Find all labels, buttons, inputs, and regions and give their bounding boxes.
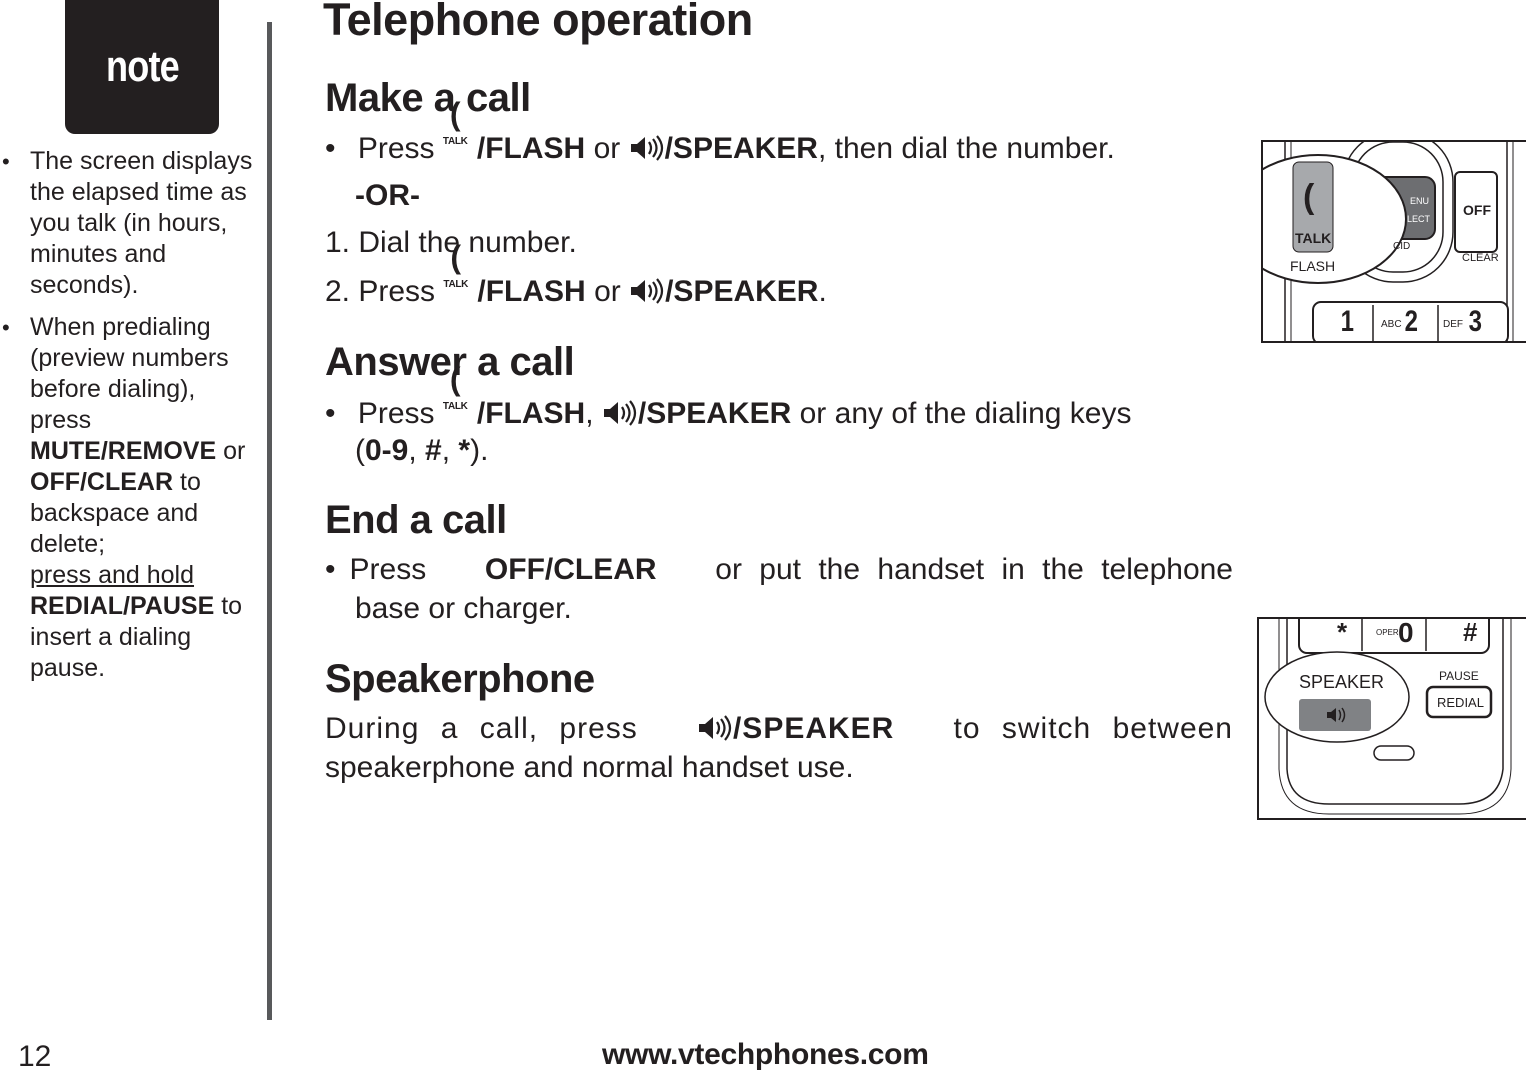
text-sep: , [441,434,459,467]
speaker-icon [603,400,637,426]
text-or: or [593,132,621,165]
text-prefix: During a call, press [325,712,638,745]
key-speaker: /SPEAKER [732,712,895,745]
handset-speaker-illustration: * OPER 0 # SPEAKER PAUSE REDIAL [1257,617,1526,820]
vertical-divider [267,22,272,1020]
handset-talk-illustration: ( TALK FLASH ENU LECT CID OFF CLEAR 1 AB… [1261,140,1526,343]
note-item: • When predialing (preview numbers befor… [0,312,262,684]
text-step2: 2. Press [325,275,436,308]
text-close: ). [470,434,489,467]
end-call-bullet: • Press OFF/CLEAR or put the handset in … [325,551,1233,588]
key-2-letters: ABC [1381,319,1402,330]
menu-label: ENU [1410,196,1430,206]
text-or: or [594,275,621,308]
key-digits: 0-9 [365,434,409,467]
key-speaker: /SPEAKER [664,132,818,165]
heading-speakerphone: Speakerphone [325,657,595,701]
answer-call-keys: (0-9, #, *). [355,432,488,469]
speakerphone-line-2: speakerphone and normal handset use. [325,751,854,784]
oper-label: OPER [1376,628,1399,637]
zero-key: 0 [1398,617,1414,648]
note-badge: note [65,0,219,134]
talk-phone-icon: (TALK [442,96,468,147]
answer-call-bullet: • Press (TALK/FLASH, /SPEAKER or any of … [325,361,1132,432]
text-comma: , [585,397,594,430]
key-off-clear: OFF/CLEAR [30,468,174,496]
text-rest: to switch between [953,712,1233,745]
pause-label: PAUSE [1439,669,1479,683]
key-speaker: /SPEAKER [665,275,819,308]
key-2: 2 [1404,305,1419,338]
key-3: 3 [1468,305,1483,338]
bullet-icon: • [2,149,10,174]
key-hash: # [425,434,442,467]
note-text: The screen displays the elapsed time as … [30,147,253,299]
key-off-clear: OFF/CLEAR [484,553,657,586]
text-sep: , [408,434,426,467]
key-1: 1 [1340,305,1355,338]
bullet-icon: • [2,315,10,340]
note-badge-label: note [105,42,180,91]
speakerphone-text: During a call, press /SPEAKER to switch … [325,710,1233,747]
text-then: , then dial the number. [817,132,1115,165]
key-redial-pause: REDIAL/PAUSE [30,592,215,620]
footer-website-link[interactable]: www.vtechphones.com [602,1038,929,1072]
note-text: When predialing (preview numbers before … [30,313,229,434]
talk-phone-icon: (TALK [442,361,468,412]
flash-label: FLASH [1290,258,1336,274]
speaker-icon [630,135,663,161]
note-list: • The screen displays the elapsed time a… [0,146,262,695]
off-key-label: OFF [1463,202,1491,218]
key-star: * [458,434,471,467]
speaker-icon [698,715,732,741]
bullet-icon: • [325,132,336,165]
page-number: 12 [18,1040,52,1073]
key-flash: /FLASH [476,132,586,165]
end-call-line-2: base or charger. [355,592,572,625]
heading-make-call: Make a call [325,76,531,120]
talk-phone-icon: ( [1303,178,1315,216]
bullet-icon: • [325,397,336,430]
key-mute-remove: MUTE/REMOVE [30,437,217,465]
bullet-icon: • [325,553,336,586]
star-key: * [1337,617,1348,647]
text-period: . [818,275,827,308]
text-press: Press [357,132,435,165]
or-separator: -OR- [355,179,420,212]
note-item: • The screen displays the elapsed time a… [0,146,262,301]
text-press: Press [349,553,427,586]
text-rest: or any of the dialing keys [799,397,1132,430]
speaker-label: SPEAKER [1299,672,1385,692]
talk-key-label: TALK [1295,230,1332,246]
key-flash: /FLASH [477,275,586,308]
make-call-bullet: • Press (TALK/FLASH or /SPEAKER, then di… [325,96,1115,167]
make-call-step-2: 2. Press (TALK/FLASH or /SPEAKER. [325,239,827,310]
select-label: LECT [1407,214,1431,224]
page-title: Telephone operation [323,0,753,45]
key-speaker: /SPEAKER [637,397,792,430]
clear-label: CLEAR [1462,252,1499,264]
heading-end-call: End a call [325,498,507,542]
text-rest: or put the handset in the telephone [715,553,1233,586]
text-press: Press [357,397,435,430]
redial-key-label: REDIAL [1437,695,1484,710]
text-paren: ( [355,434,365,467]
key-flash: /FLASH [476,397,586,430]
talk-phone-icon: (TALK [443,239,469,290]
note-underlined: press and hold [30,561,195,589]
note-text: or [223,437,246,465]
cid-label: CID [1393,241,1411,252]
hash-key: # [1463,617,1478,647]
key-3-letters: DEF [1443,319,1463,330]
speaker-icon [631,278,664,304]
